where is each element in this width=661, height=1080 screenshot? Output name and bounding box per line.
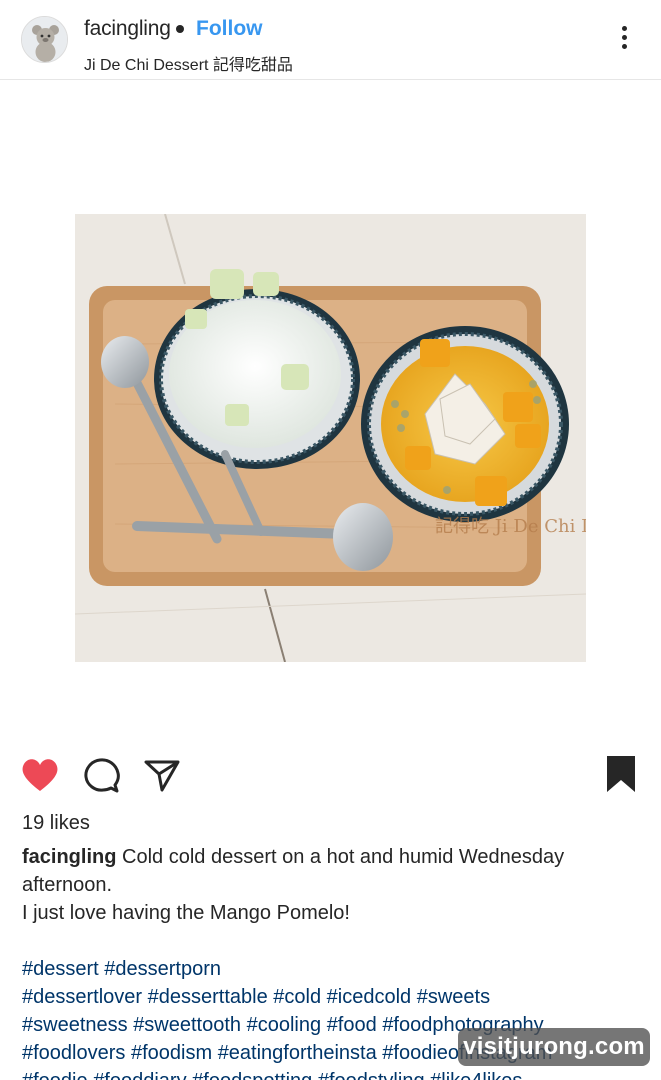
hashtag-line: #foodie #fooddiary #foodspotting #foodst…: [22, 1067, 652, 1080]
hashtag-link[interactable]: #like4likes: [430, 1070, 522, 1080]
username[interactable]: facingling: [84, 17, 171, 41]
location-link[interactable]: Ji De Chi Dessert 記得吃甜品: [84, 51, 293, 75]
hashtag-link[interactable]: #sweetness: [22, 1014, 128, 1036]
likes-count[interactable]: 19 likes: [22, 812, 90, 835]
hashtag-link[interactable]: #cold: [273, 986, 321, 1008]
tray-logo-text: 記得吃 Ji De Chi Dessert: [435, 516, 586, 537]
hashtag-link[interactable]: #foodstyling: [318, 1070, 425, 1080]
hashtag-link[interactable]: #sweettooth: [133, 1014, 241, 1036]
separator-dot: [176, 25, 184, 33]
caption-text-line2: I just love having the Mango Pomelo!: [22, 902, 350, 924]
follow-button[interactable]: Follow: [196, 17, 263, 41]
hashtag-link[interactable]: #cooling: [247, 1014, 322, 1036]
hashtag-link[interactable]: #dessertporn: [104, 958, 221, 980]
heart-icon[interactable]: [20, 756, 60, 799]
hashtag-link[interactable]: #dessertlover: [22, 986, 142, 1008]
hashtag-link[interactable]: #foodlovers: [22, 1042, 125, 1064]
dessert-photo: 記得吃 Ji De Chi Dessert: [75, 214, 586, 662]
hashtag-line: #dessert #dessertporn: [22, 955, 652, 983]
hashtag-link[interactable]: #fooddiary: [93, 1070, 186, 1080]
caption-username[interactable]: facingling: [22, 846, 116, 868]
hashtag-link[interactable]: #foodism: [131, 1042, 212, 1064]
hashtag-link[interactable]: #eatingfortheinsta: [218, 1042, 377, 1064]
avatar[interactable]: [21, 16, 68, 63]
post-photo: 記得吃 Ji De Chi Dessert: [75, 214, 586, 662]
teddy-bear-avatar-icon: [22, 17, 67, 62]
hashtag-link[interactable]: #food: [327, 1014, 377, 1036]
hashtag-link[interactable]: #desserttable: [148, 986, 268, 1008]
hashtag-link[interactable]: #icedcold: [327, 986, 412, 1008]
comment-icon[interactable]: [82, 756, 120, 799]
watermark: visitjurong.com: [458, 1028, 650, 1066]
hashtag-link[interactable]: #dessert: [22, 958, 99, 980]
action-bar: [0, 752, 661, 798]
caption: facingling Cold cold dessert on a hot an…: [22, 843, 642, 927]
hashtag-line: #dessertlover #desserttable #cold #icedc…: [22, 983, 652, 1011]
post-media[interactable]: 記得吃 Ji De Chi Dessert: [0, 81, 661, 742]
bookmark-icon[interactable]: [604, 754, 638, 799]
hashtag-link[interactable]: #foodspotting: [192, 1070, 312, 1080]
post-header: facingling Follow Ji De Chi Dessert 記得吃甜…: [0, 0, 661, 80]
hashtag-link[interactable]: #foodie: [22, 1070, 88, 1080]
paper-plane-icon[interactable]: [143, 756, 181, 799]
hashtag-link[interactable]: #sweets: [417, 986, 490, 1008]
more-vertical-icon[interactable]: [612, 24, 636, 56]
